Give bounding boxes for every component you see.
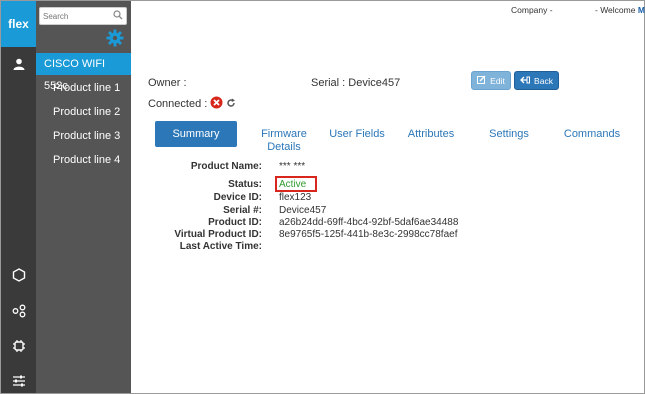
welcome-user[interactable]: M [638, 5, 645, 15]
tab-firmware-line1: Firmware [261, 128, 307, 140]
sidebar-item-product-line-2[interactable]: Product line 2 [36, 101, 131, 123]
status-label: Status: [228, 179, 262, 190]
serial-number-value: Device457 [279, 205, 327, 216]
tab-firmware-details[interactable]: Firmware Details [258, 128, 310, 154]
sidebar-item-product-line-1[interactable]: Product line 1 [36, 77, 131, 99]
status-highlight-box [275, 176, 317, 192]
welcome-label: - Welcome [595, 5, 636, 15]
gear-icon[interactable] [106, 29, 124, 50]
hexagon-icon[interactable] [1, 263, 36, 287]
search-box [39, 7, 127, 25]
tab-user-fields[interactable]: User Fields [329, 128, 385, 141]
serial-number-label: Serial #: [223, 205, 262, 216]
search-icon[interactable] [113, 10, 123, 23]
product-name-value: *** *** [279, 161, 306, 172]
product-name-label: Product Name: [190, 161, 262, 172]
sliders-icon[interactable] [1, 369, 36, 393]
edit-icon [477, 75, 486, 86]
back-button-label: Back [534, 75, 553, 86]
tab-summary[interactable]: Summary [155, 121, 237, 147]
sidebar-item-cisco-wifi[interactable]: CISCO WIFI 552c [36, 53, 131, 92]
chip-icon[interactable] [1, 334, 36, 358]
edit-button-label: Edit [490, 75, 505, 86]
owner-label: Owner : [148, 77, 187, 89]
company-label: Company - [511, 5, 553, 15]
disconnected-x-icon [210, 96, 223, 112]
product-id-label: Product ID: [208, 217, 262, 228]
user-icon[interactable] [1, 51, 36, 77]
search-input[interactable] [40, 8, 112, 24]
virtual-product-id-label: Virtual Product ID: [174, 229, 262, 240]
last-active-time-label: Last Active Time: [179, 241, 262, 252]
connected-label: Connected : [148, 98, 208, 110]
device-id-label: Device ID: [213, 192, 262, 203]
tab-commands[interactable]: Commands [563, 128, 621, 141]
share-nodes-icon[interactable] [1, 299, 36, 323]
serial-label: Serial : Device457 [311, 77, 401, 89]
virtual-product-id-value: 8e9765f5-125f-441b-8e3c-2998cc78faef [279, 229, 458, 240]
tab-firmware-line2: Details [267, 141, 301, 153]
tab-settings[interactable]: Settings [488, 128, 530, 141]
sidebar-item-product-line-3[interactable]: Product line 3 [36, 125, 131, 147]
refresh-icon[interactable] [226, 98, 236, 111]
connected-row: Connected : [148, 96, 236, 112]
product-id-value: a26b24dd-69ff-4bc4-92bf-5daf6ae34488 [279, 217, 459, 228]
back-icon [520, 76, 531, 86]
flex-logo[interactable]: flex [1, 1, 36, 47]
device-id-value: flex123 [279, 192, 312, 203]
welcome-text: - Welcome M [595, 5, 645, 15]
back-button[interactable]: Back [514, 71, 559, 90]
edit-button[interactable]: Edit [471, 71, 511, 90]
tab-attributes[interactable]: Attributes [405, 128, 457, 141]
